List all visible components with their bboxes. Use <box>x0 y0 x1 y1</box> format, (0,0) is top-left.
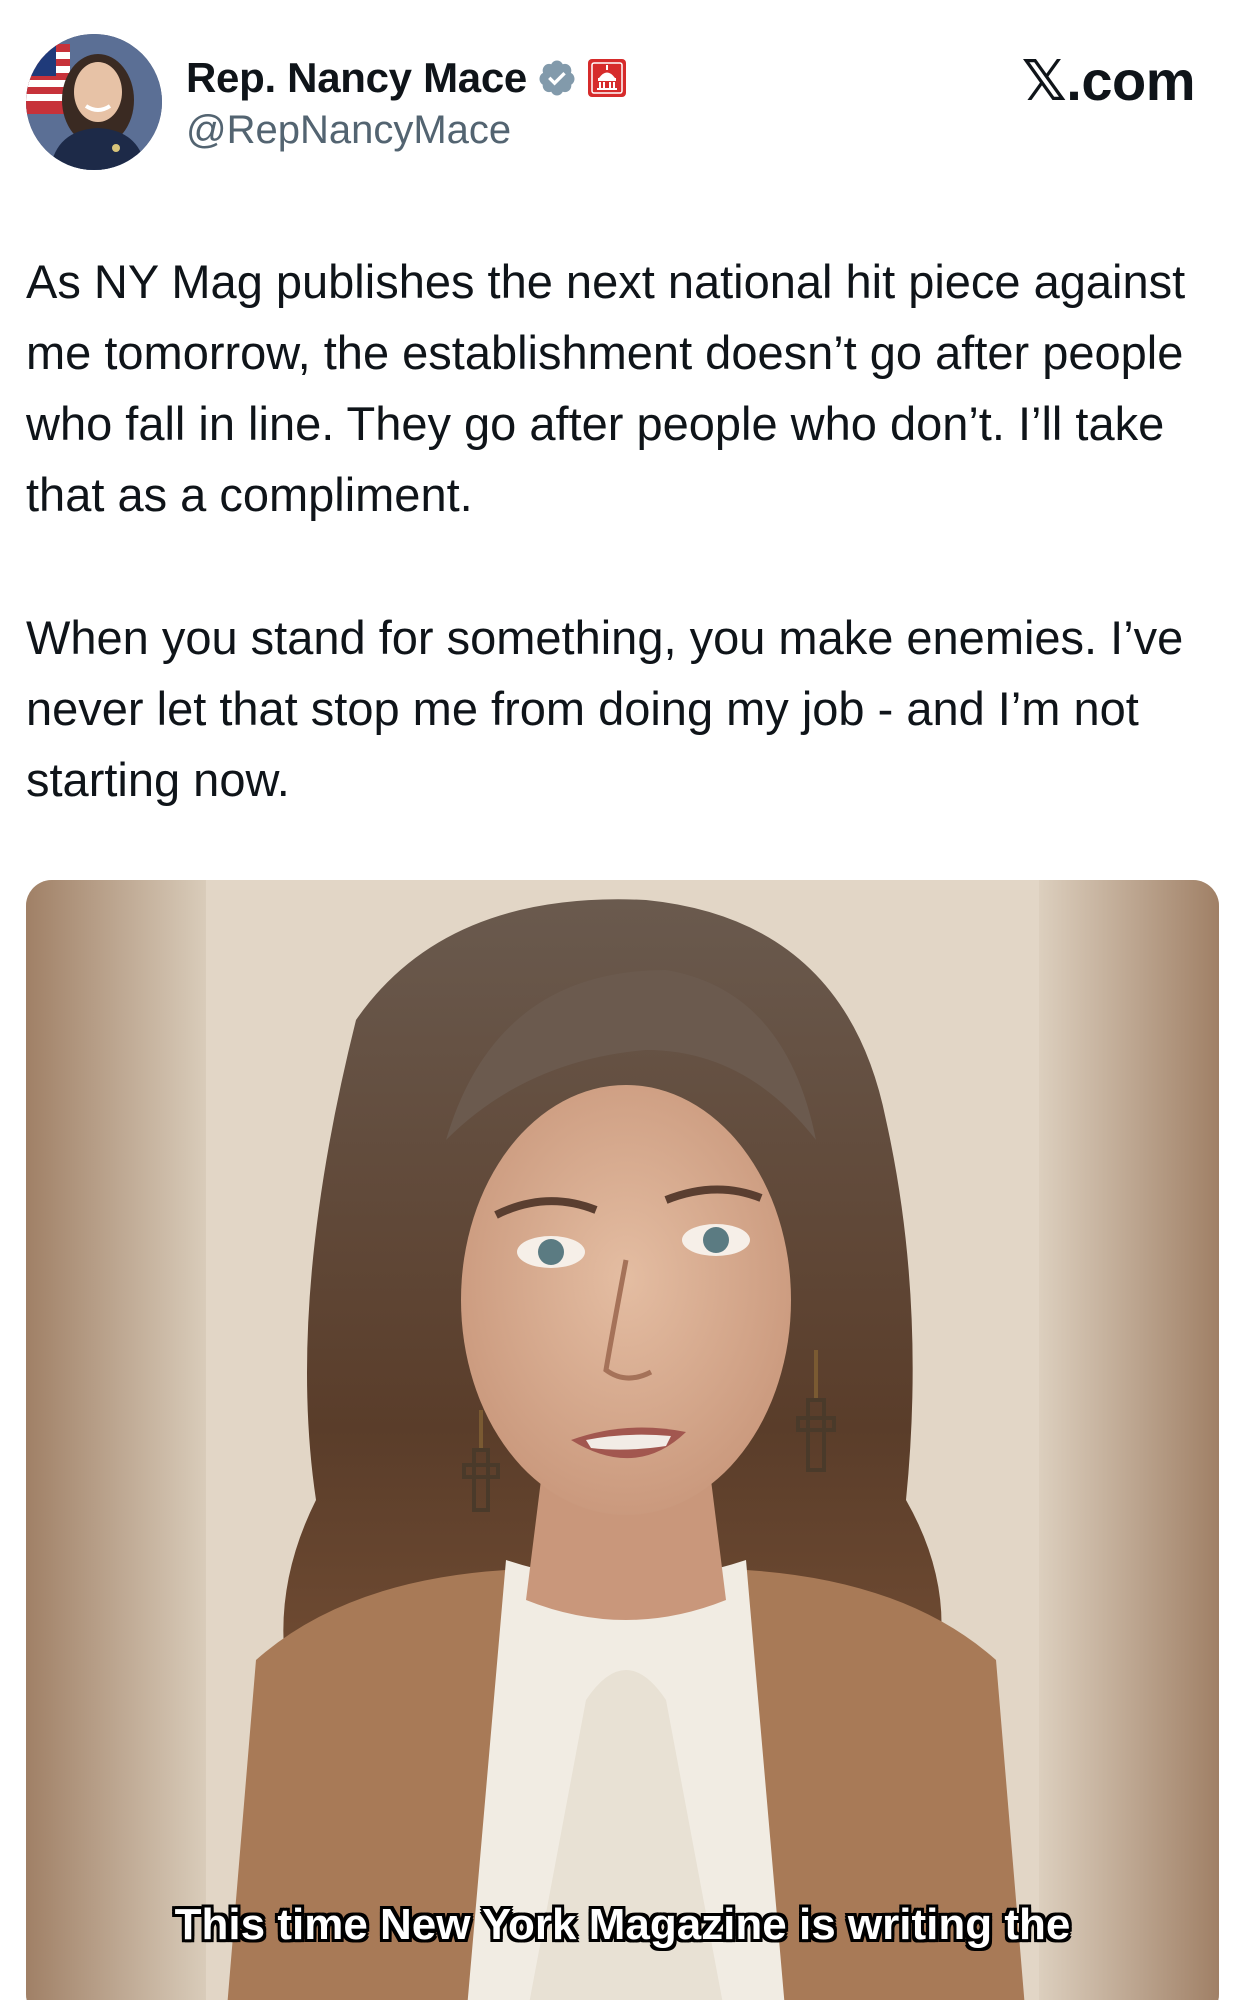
house-gop-capitol-icon[interactable] <box>587 58 627 98</box>
video-caption: This time New York Magazine is writing t… <box>174 1900 1071 1949</box>
author-name-row: Rep. Nancy Mace <box>186 50 627 106</box>
tweet-header: Rep. Nancy Mace @RepNancyMace 𝕏.com <box>0 0 1259 190</box>
video-frame-image <box>26 880 1219 2000</box>
author-display-name[interactable]: Rep. Nancy Mace <box>186 54 527 102</box>
author-avatar[interactable] <box>26 34 162 170</box>
tweet-screenshot: Rep. Nancy Mace @RepNancyMace 𝕏.com As N… <box>0 0 1259 2000</box>
verified-badge-icon <box>537 58 577 98</box>
tweet-paragraph: As NY Mag publishes the next national hi… <box>26 255 1186 521</box>
avatar-image <box>26 34 162 170</box>
tweet-paragraph: When you stand for something, you make e… <box>26 611 1184 806</box>
x-com-brand-label: 𝕏.com <box>1021 49 1196 112</box>
tweet-text: As NY Mag publishes the next national hi… <box>26 246 1226 887</box>
author-handle[interactable]: @RepNancyMace <box>186 108 511 153</box>
tweet-video[interactable]: This time New York Magazine is writing t… <box>26 880 1219 2000</box>
